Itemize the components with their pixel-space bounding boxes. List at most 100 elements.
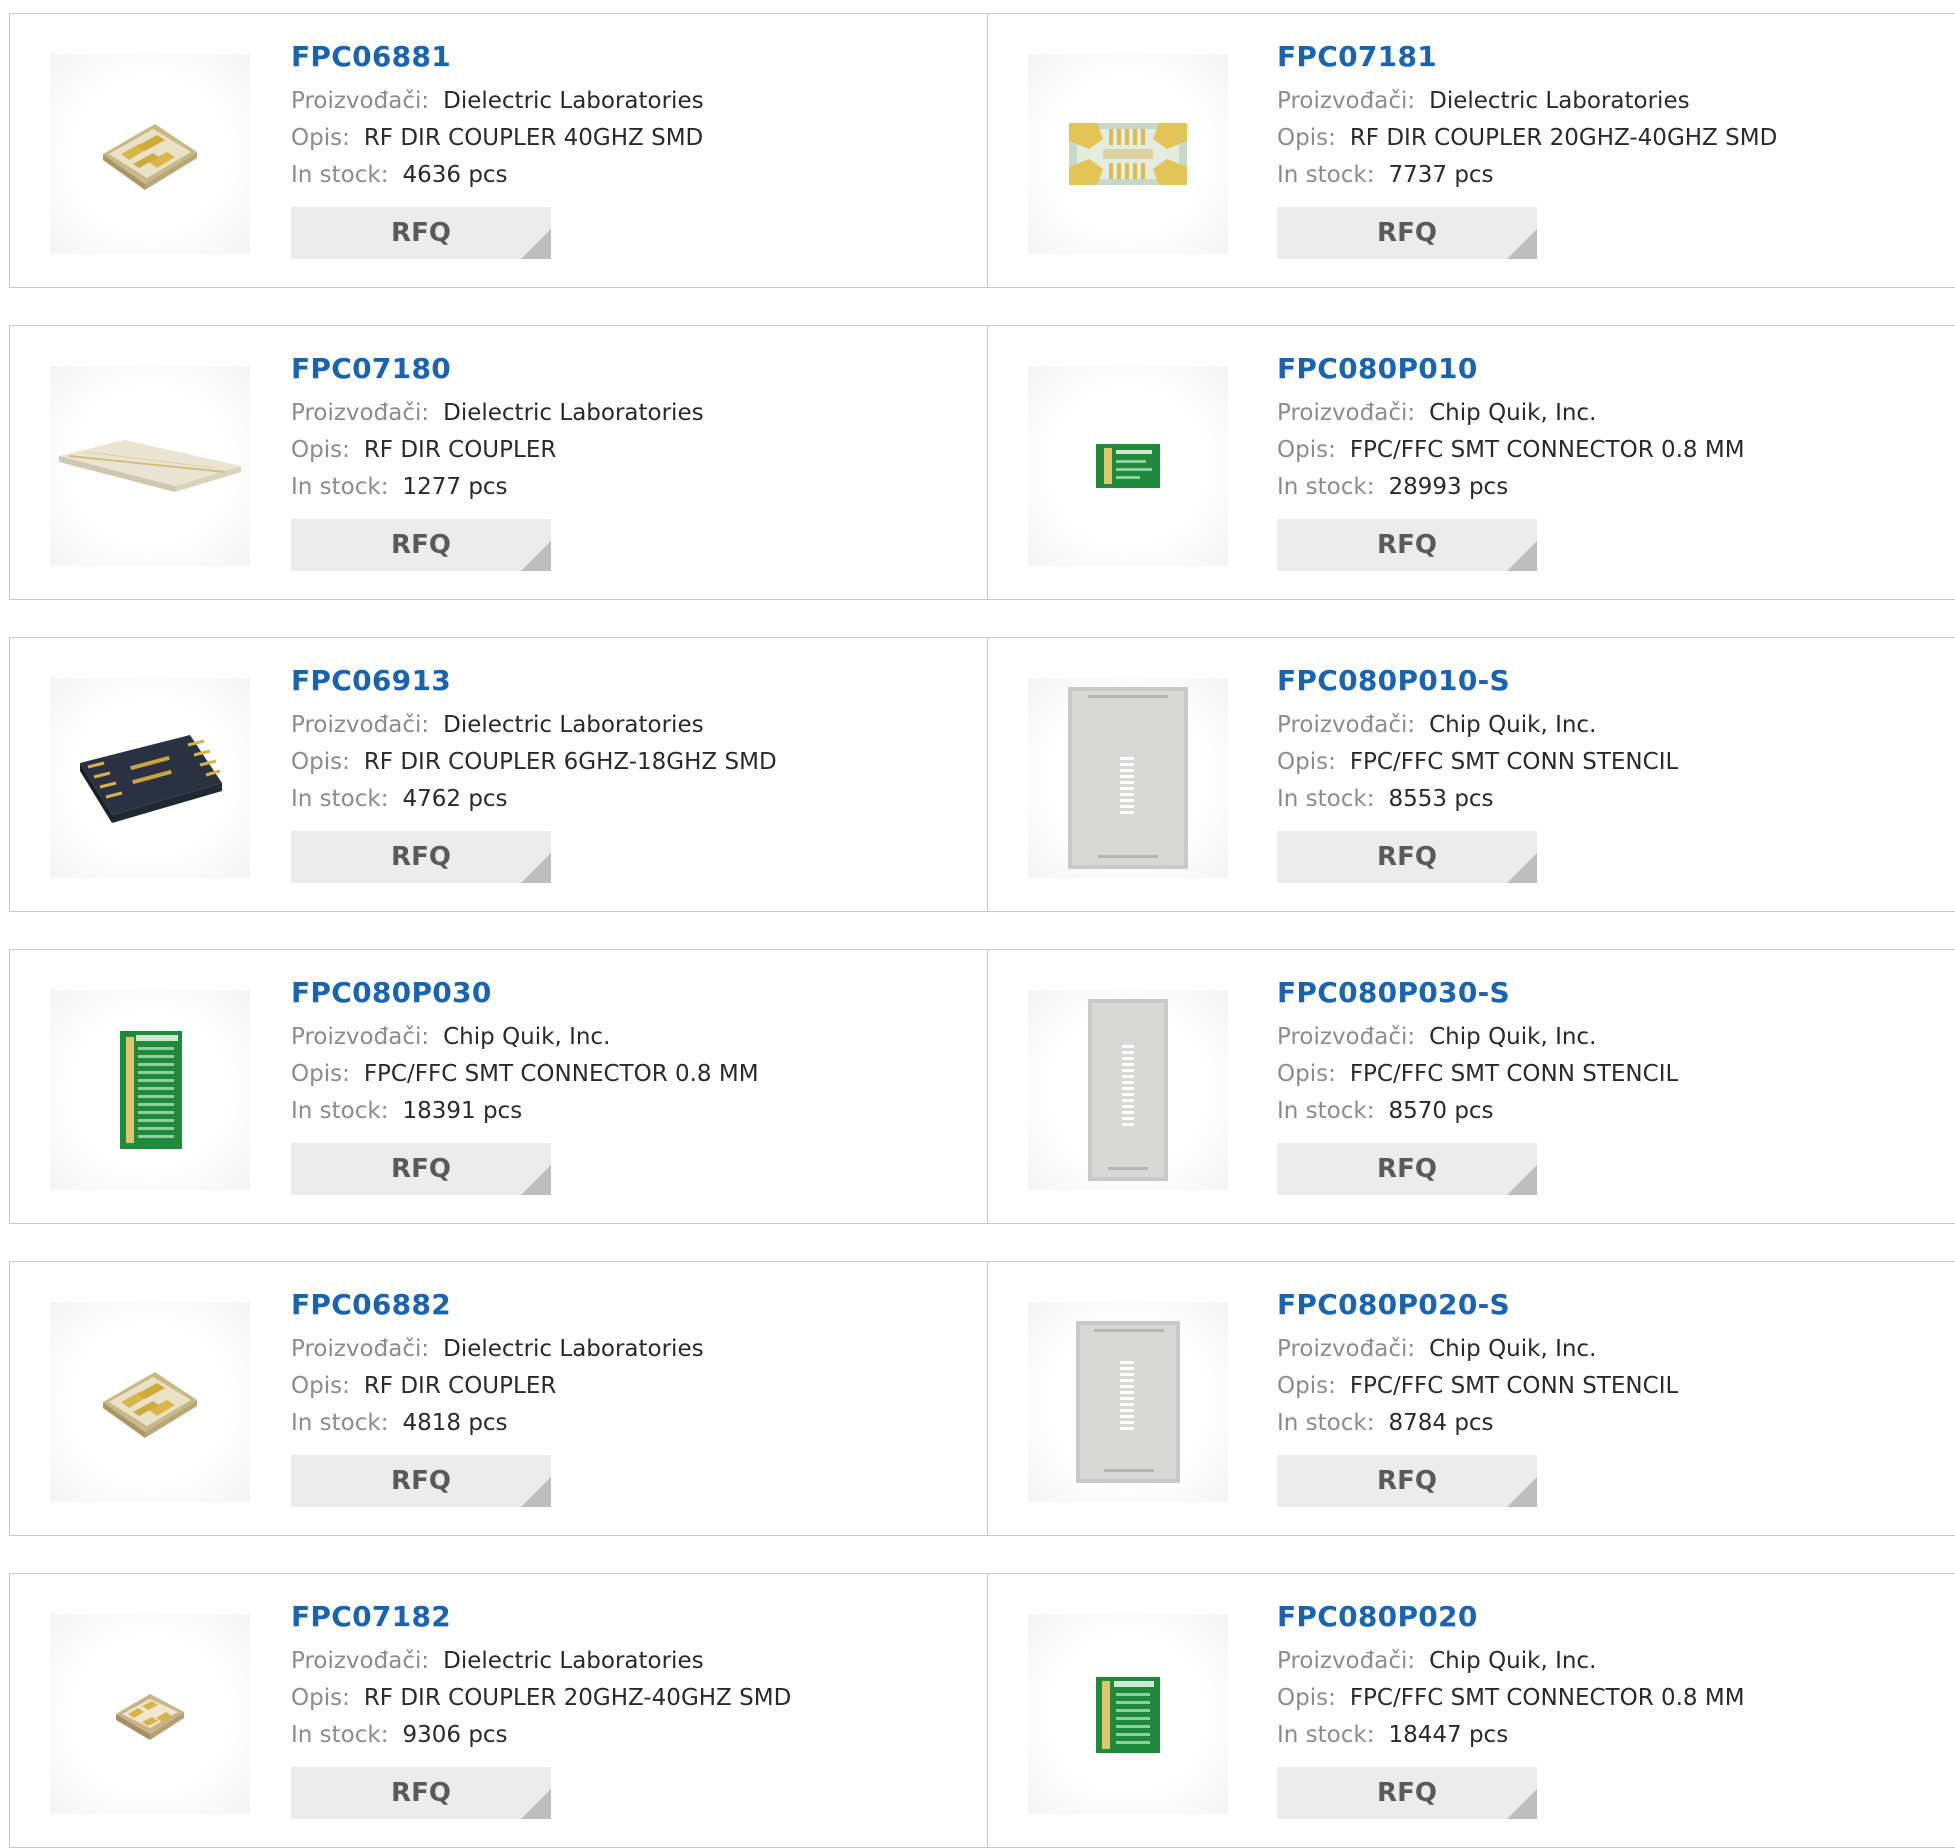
product-name-link[interactable]: FPC080P030 (291, 976, 759, 1010)
product-info: FPC07181 Proizvođači: Dielectric Laborator… (1277, 40, 1777, 259)
description-value: RF DIR COUPLER (363, 1373, 557, 1399)
product-name-link[interactable]: FPC080P030-S (1277, 976, 1678, 1010)
product-name-link[interactable]: FPC080P010 (1277, 352, 1745, 386)
manufacturer-value: Dielectric Laboratories (443, 1336, 704, 1362)
description-value: RF DIR COUPLER (363, 437, 557, 463)
product-row: FPC080P030 Proizvođači: Chip Quik, Inc. Opi… (9, 949, 1955, 1224)
stock-line: In stock: 4762 pcs (291, 781, 777, 818)
product-image[interactable] (50, 678, 250, 878)
manufacturer-line: Proizvođači: Dielectric Laboratories (1277, 83, 1777, 120)
product-row: FPC07182 Proizvođači: Dielectric Laborator… (9, 1573, 1955, 1848)
description-line: Opis: FPC/FFC SMT CONN STENCIL (1277, 744, 1678, 781)
description-line: Opis: RF DIR COUPLER 20GHZ-40GHZ SMD (1277, 120, 1777, 157)
product-name-link[interactable]: FPC080P020-S (1277, 1288, 1678, 1322)
corner-triangle-icon (1507, 541, 1537, 571)
description-value: FPC/FFC SMT CONN STENCIL (1349, 1061, 1679, 1087)
stock-label: In stock: (1277, 474, 1375, 500)
rfq-button-label: RFQ (1377, 1154, 1437, 1184)
description-line: Opis: RF DIR COUPLER 20GHZ-40GHZ SMD (291, 1680, 791, 1717)
description-line: Opis: RF DIR COUPLER (291, 1368, 704, 1405)
stock-value: 18447 pcs (1388, 1722, 1509, 1748)
product-name-link[interactable]: FPC07182 (291, 1600, 791, 1634)
manufacturer-line: Proizvođači: Chip Quik, Inc. (1277, 1331, 1678, 1368)
description-value: FPC/FFC SMT CONN STENCIL (1349, 1373, 1679, 1399)
stock-label: In stock: (291, 786, 389, 812)
product-row: FPC06913 Proizvođači: Dielectric Laborator… (9, 637, 1955, 912)
stock-label: In stock: (1277, 786, 1375, 812)
rfq-button[interactable]: RFQ (1277, 519, 1537, 571)
stock-line: In stock: 7737 pcs (1277, 157, 1777, 194)
product-image[interactable] (50, 366, 250, 566)
manufacturer-line: Proizvođači: Chip Quik, Inc. (1277, 395, 1745, 432)
product-image[interactable] (50, 1302, 250, 1502)
product-name-link[interactable]: FPC06882 (291, 1288, 704, 1322)
rfq-button[interactable]: RFQ (1277, 1767, 1537, 1819)
product-info: FPC080P020-S Proizvođači: Chip Quik, Inc. O… (1277, 1288, 1678, 1507)
product-card: FPC080P020 Proizvođači: Chip Quik, Inc. Opi… (987, 1573, 1955, 1848)
stock-label: In stock: (291, 474, 389, 500)
description-label: Opis: (1277, 125, 1336, 151)
product-name-link[interactable]: FPC07180 (291, 352, 704, 386)
product-info: FPC080P020 Proizvođači: Chip Quik, Inc. Opi… (1277, 1600, 1745, 1819)
product-image[interactable] (50, 990, 250, 1190)
rfq-button[interactable]: RFQ (291, 831, 551, 883)
product-name-link[interactable]: FPC080P010-S (1277, 664, 1678, 698)
description-label: Opis: (291, 437, 350, 463)
manufacturer-label: Proizvođači: (1277, 88, 1416, 114)
product-info: FPC06881 Proizvođači: Dielectric Laborator… (291, 40, 704, 259)
description-label: Opis: (1277, 437, 1336, 463)
manufacturer-value: Chip Quik, Inc. (443, 1024, 611, 1050)
rfq-button[interactable]: RFQ (291, 1767, 551, 1819)
product-image[interactable] (1028, 1302, 1228, 1502)
manufacturer-label: Proizvođači: (291, 400, 430, 426)
stock-line: In stock: 1277 pcs (291, 469, 704, 506)
stock-line: In stock: 18391 pcs (291, 1093, 759, 1130)
product-name-link[interactable]: FPC06913 (291, 664, 777, 698)
corner-triangle-icon (1507, 853, 1537, 883)
product-info: FPC07182 Proizvođači: Dielectric Laborator… (291, 1600, 791, 1819)
rfq-button[interactable]: RFQ (1277, 207, 1537, 259)
stock-value: 4762 pcs (402, 786, 508, 812)
description-line: Opis: FPC/FFC SMT CONNECTOR 0.8 MM (1277, 432, 1745, 469)
product-card: FPC080P030-S Proizvođači: Chip Quik, Inc. O… (987, 949, 1955, 1224)
corner-triangle-icon (1507, 1789, 1537, 1819)
product-image[interactable] (1028, 1614, 1228, 1814)
rfq-button[interactable]: RFQ (291, 519, 551, 571)
product-row: FPC06882 Proizvođači: Dielectric Laborator… (9, 1261, 1955, 1536)
rfq-button-label: RFQ (391, 1154, 451, 1184)
rfq-button[interactable]: RFQ (291, 207, 551, 259)
product-image[interactable] (1028, 990, 1228, 1190)
product-image[interactable] (1028, 54, 1228, 254)
product-image[interactable] (50, 1614, 250, 1814)
rfq-button[interactable]: RFQ (291, 1143, 551, 1195)
rfq-button[interactable]: RFQ (1277, 1143, 1537, 1195)
manufacturer-value: Chip Quik, Inc. (1429, 400, 1597, 426)
description-value: RF DIR COUPLER 20GHZ-40GHZ SMD (1349, 125, 1778, 151)
corner-triangle-icon (521, 853, 551, 883)
stock-label: In stock: (1277, 1722, 1375, 1748)
product-image[interactable] (50, 54, 250, 254)
description-label: Opis: (1277, 1685, 1336, 1711)
product-info: FPC080P010-S Proizvođači: Chip Quik, Inc. O… (1277, 664, 1678, 883)
stock-label: In stock: (291, 1722, 389, 1748)
product-name-link[interactable]: FPC07181 (1277, 40, 1777, 74)
corner-triangle-icon (521, 541, 551, 571)
rfq-button-label: RFQ (391, 1778, 451, 1808)
stock-value: 9306 pcs (402, 1722, 508, 1748)
rfq-button[interactable]: RFQ (1277, 1455, 1537, 1507)
product-name-link[interactable]: FPC080P020 (1277, 1600, 1745, 1634)
corner-triangle-icon (521, 1165, 551, 1195)
rfq-button[interactable]: RFQ (1277, 831, 1537, 883)
manufacturer-value: Dielectric Laboratories (443, 88, 704, 114)
description-value: RF DIR COUPLER 20GHZ-40GHZ SMD (363, 1685, 792, 1711)
product-card: FPC06881 Proizvođači: Dielectric Laborator… (9, 13, 988, 288)
product-image[interactable] (1028, 366, 1228, 566)
product-image[interactable] (1028, 678, 1228, 878)
rfq-button-label: RFQ (1377, 1466, 1437, 1496)
corner-triangle-icon (521, 1477, 551, 1507)
manufacturer-line: Proizvođači: Dielectric Laboratories (291, 1643, 791, 1680)
rfq-button[interactable]: RFQ (291, 1455, 551, 1507)
description-line: Opis: FPC/FFC SMT CONNECTOR 0.8 MM (291, 1056, 759, 1093)
product-name-link[interactable]: FPC06881 (291, 40, 704, 74)
stock-line: In stock: 28993 pcs (1277, 469, 1745, 506)
